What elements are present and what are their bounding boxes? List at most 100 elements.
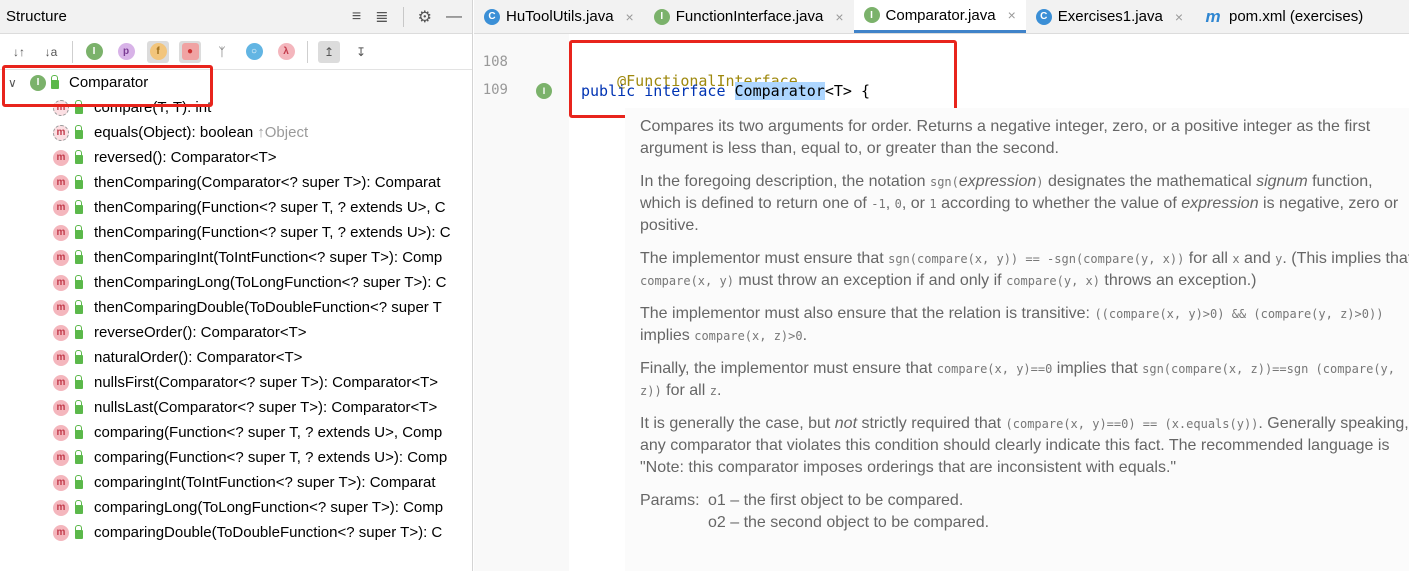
chevron-down-icon[interactable]: ∨ xyxy=(8,76,22,90)
collapse-all-icon[interactable]: ≣ xyxy=(375,7,388,27)
method-icon: m xyxy=(53,274,69,291)
close-icon[interactable]: × xyxy=(835,9,843,25)
public-lock-icon xyxy=(75,450,83,464)
method-row[interactable]: m thenComparingInt(ToIntFunction<? super … xyxy=(0,245,472,270)
structure-header-actions: ≡ ≣ ⚙ — xyxy=(352,0,462,34)
method-label: thenComparing(Comparator<? super T>): Co… xyxy=(94,174,441,191)
method-row[interactable]: m equals(Object): boolean ↑Object xyxy=(0,120,472,145)
editor-tab[interactable]: I Comparator.java × xyxy=(853,0,1026,33)
hide-icon[interactable]: — xyxy=(446,8,462,26)
method-row[interactable]: m comparingInt(ToIntFunction<? super T>):… xyxy=(0,470,472,495)
public-lock-icon xyxy=(75,275,83,289)
show-non-public-icon[interactable]: ● xyxy=(179,40,201,63)
doc-paragraph-4: The implementor must also ensure that th… xyxy=(640,305,1384,344)
method-label: comparingInt(ToIntFunction<? super T>): … xyxy=(94,474,436,491)
params-list: o1 – the first object to be compared. o2… xyxy=(708,490,989,534)
tree-root-label: Comparator xyxy=(69,74,149,91)
method-row[interactable]: m nullsLast(Comparator<? super T>): Compa… xyxy=(0,395,472,420)
doc-paragraph-6: It is generally the case, but not strict… xyxy=(640,415,1409,476)
method-row[interactable]: m thenComparing(Comparator<? super T>): C… xyxy=(0,170,472,195)
line-number: 109 xyxy=(482,82,508,98)
method-label: comparing(Function<? super T, ? extends … xyxy=(94,424,443,441)
method-label: thenComparing(Function<? super T, ? exte… xyxy=(94,199,446,216)
method-row[interactable]: m comparing(Function<? super T, ? extends… xyxy=(0,445,472,470)
method-icon: m xyxy=(53,99,69,116)
method-row[interactable]: m nullsFirst(Comparator<? super T>): Comp… xyxy=(0,370,472,395)
method-icon: m xyxy=(53,174,69,191)
method-icon: m xyxy=(53,249,69,266)
editor-gutter: 108 109 I xyxy=(474,34,569,571)
close-icon[interactable]: × xyxy=(1175,9,1183,25)
method-label: comparing(Function<? super T, ? extends … xyxy=(94,449,448,466)
method-icon: m xyxy=(53,424,69,441)
editor-tab[interactable]: C HuToolUtils.java × xyxy=(474,0,644,33)
tree-root-comparator[interactable]: ∨ I Comparator xyxy=(0,70,472,95)
class-name-highlight: Comparator xyxy=(734,82,825,100)
editor-tab[interactable]: C Exercises1.java × xyxy=(1026,0,1193,33)
method-label: thenComparingInt(ToIntFunction<? super T… xyxy=(94,249,443,266)
param-o1: o1 – the first object to be compared. xyxy=(708,492,964,509)
editor-tab[interactable]: I FunctionInterface.java × xyxy=(644,0,854,33)
method-row[interactable]: m reversed(): Comparator<T> xyxy=(0,145,472,170)
show-anonymous-icon[interactable]: ᛉ xyxy=(211,41,233,63)
method-icon: m xyxy=(53,349,69,366)
close-icon[interactable]: × xyxy=(1008,7,1016,23)
editor-panel: C HuToolUtils.java × I FunctionInterface.jav… xyxy=(474,0,1409,571)
method-row[interactable]: m thenComparing(Function<? super T, ? ext… xyxy=(0,195,472,220)
method-row[interactable]: m naturalOrder(): Comparator<T> xyxy=(0,345,472,370)
sort-alphabetically-icon[interactable]: ↓a xyxy=(40,41,62,63)
autoscroll-from-source-icon[interactable]: ↧ xyxy=(350,41,372,63)
structure-panel: Structure ≡ ≣ ⚙ — ↓↑ ↓a I p f ● ᛉ ○ λ ↥ … xyxy=(0,0,473,571)
method-icon: m xyxy=(53,399,69,416)
show-properties-icon[interactable]: p xyxy=(115,41,137,63)
method-icon: m xyxy=(53,149,69,166)
doc-paragraph-1: Compares its two arguments for order. Re… xyxy=(640,118,1371,157)
public-lock-icon xyxy=(75,425,83,439)
code-line-109[interactable]: public interface Comparator<T> { xyxy=(581,82,870,100)
public-lock-icon xyxy=(75,100,83,114)
method-row[interactable]: m thenComparingLong(ToLongFunction<? supe… xyxy=(0,270,472,295)
show-lambdas-icon[interactable]: ○ xyxy=(243,41,265,63)
lambda-icon[interactable]: λ xyxy=(275,41,297,63)
method-label: thenComparing(Function<? super T, ? exte… xyxy=(94,224,451,241)
method-row[interactable]: m compare(T, T): int xyxy=(0,95,472,120)
method-label: nullsFirst(Comparator<? super T>): Compa… xyxy=(94,374,439,391)
autoscroll-to-source-icon[interactable]: ↥ xyxy=(318,40,340,63)
show-fields-icon[interactable]: f xyxy=(147,40,169,63)
method-row[interactable]: m thenComparingDouble(ToDoubleFunction<? … xyxy=(0,295,472,320)
public-lock-icon xyxy=(75,525,83,539)
expand-all-icon[interactable]: ≡ xyxy=(352,8,361,26)
structure-title: Structure xyxy=(6,8,67,25)
doc-paragraph-5: Finally, the implementor must ensure tha… xyxy=(640,360,1395,399)
line-number: 108 xyxy=(482,54,508,70)
close-icon[interactable]: × xyxy=(626,9,634,25)
show-inherited-icon[interactable]: I xyxy=(83,41,105,63)
method-row[interactable]: m comparing(Function<? super T, ? extends… xyxy=(0,420,472,445)
toolbar-separator xyxy=(72,40,73,63)
signature-rest: <T> { xyxy=(824,82,870,100)
method-row[interactable]: m comparingLong(ToLongFunction<? super T>… xyxy=(0,495,472,520)
inherited-from: ↑Object xyxy=(257,124,309,141)
editor-tab-label: Exercises1.java xyxy=(1057,8,1163,25)
keyword-public: public xyxy=(581,82,636,100)
public-lock-icon xyxy=(75,350,83,364)
public-lock-icon xyxy=(75,300,83,314)
interface-icon: I xyxy=(863,7,880,23)
method-list: m compare(T, T): int m equals(Object): bool… xyxy=(0,95,472,545)
implemented-marker-icon[interactable]: I xyxy=(536,83,552,99)
gear-icon[interactable]: ⚙ xyxy=(418,7,432,27)
method-row[interactable]: m thenComparing(Function<? super T, ? ext… xyxy=(0,220,472,245)
sort-by-visibility-icon[interactable]: ↓↑ xyxy=(8,41,30,63)
toolbar-separator-2 xyxy=(307,40,308,63)
public-lock-icon xyxy=(75,125,83,139)
public-lock-icon xyxy=(75,225,83,239)
method-icon: m xyxy=(53,299,69,316)
method-icon: m xyxy=(53,124,69,141)
public-lock-icon xyxy=(75,475,83,489)
method-row[interactable]: m reverseOrder(): Comparator<T> xyxy=(0,320,472,345)
method-row[interactable]: m comparingDouble(ToDoubleFunction<? supe… xyxy=(0,520,472,545)
public-lock-icon xyxy=(75,200,83,214)
editor-tab[interactable]: m pom.xml (exercises) xyxy=(1193,0,1373,33)
method-icon: m xyxy=(53,199,69,216)
interface-icon: I xyxy=(30,74,46,91)
